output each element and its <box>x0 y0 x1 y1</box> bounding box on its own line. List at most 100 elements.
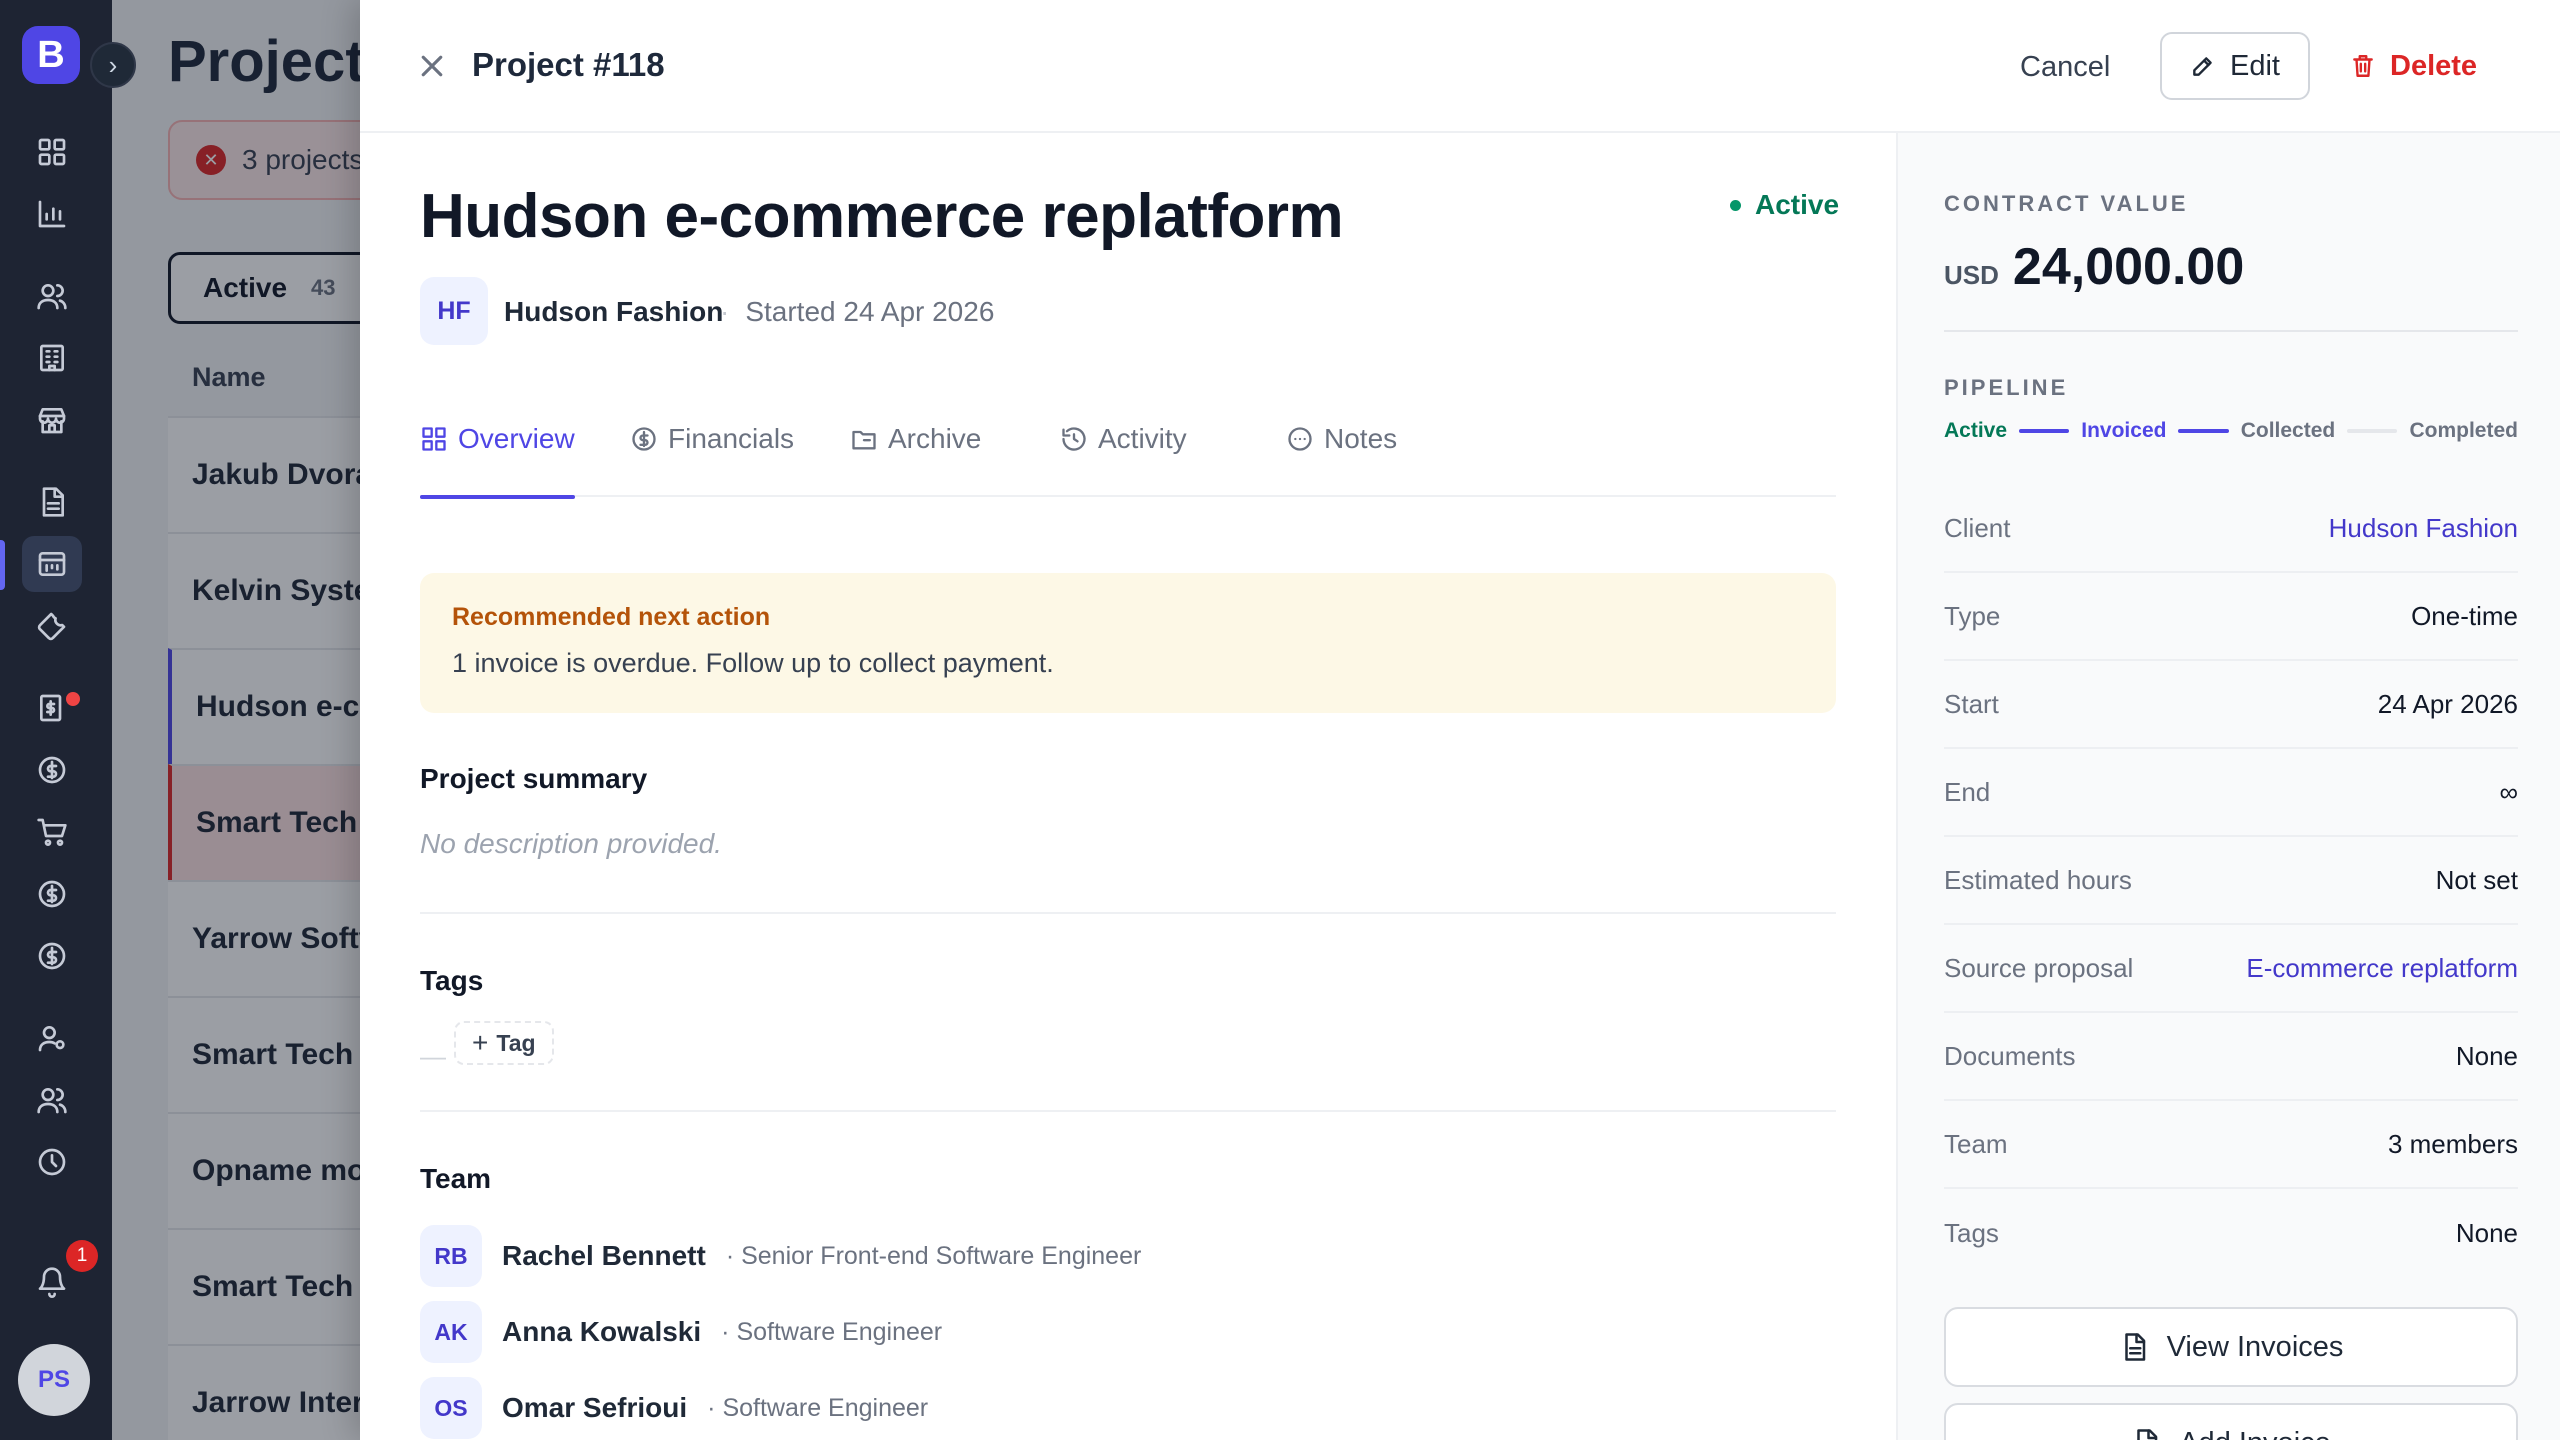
pipeline-step-invoiced: Invoiced <box>2081 419 2167 442</box>
member-name: Anna Kowalski <box>502 1316 702 1347</box>
tab-financials[interactable]: Financials <box>630 423 794 497</box>
detail-row-type: Type One-time <box>1944 573 2518 661</box>
tab-archive[interactable]: Archive <box>850 423 981 497</box>
building-icon[interactable] <box>22 330 82 386</box>
team-member[interactable]: AK Anna Kowalski · Software Engineer <box>420 1301 942 1363</box>
delete-button[interactable]: Delete <box>2350 32 2500 100</box>
invoice-icon[interactable] <box>22 680 82 736</box>
member-role: · Software Engineer <box>721 1317 943 1346</box>
team-icon[interactable] <box>22 1072 82 1128</box>
active-nav-indicator <box>0 540 5 590</box>
detail-value: 3 members <box>2387 1128 2518 1159</box>
pipeline-label: PIPELINE <box>1944 375 2069 400</box>
users-icon[interactable] <box>22 268 82 324</box>
tab-label: Overview <box>458 423 575 454</box>
client-link[interactable]: Hudson Fashion <box>2329 513 2518 544</box>
user-avatar[interactable]: PS <box>18 1344 90 1416</box>
add-tag-button[interactable]: + Tag <box>454 1021 554 1065</box>
close-button[interactable] <box>412 46 452 86</box>
edit-button-label: Edit <box>2230 49 2280 82</box>
detail-row-team: Team 3 members <box>1944 1101 2518 1189</box>
tab-activity[interactable]: Activity <box>1060 423 1187 497</box>
chat-bubble-icon <box>1288 427 1312 451</box>
tab-label: Activity <box>1098 423 1187 454</box>
project-details-panel: CONTRACT VALUE USD 24,000.00 PIPELINE Ac… <box>1896 133 2560 1440</box>
detail-value: ∞ <box>2499 776 2518 807</box>
clock-icon[interactable] <box>22 1134 82 1190</box>
edit-button[interactable]: Edit <box>2160 32 2310 100</box>
contract-amount: 24,000.00 <box>2012 238 2245 296</box>
view-invoices-button[interactable]: View Invoices <box>1944 1307 2518 1387</box>
detail-value: One-time <box>2411 600 2518 631</box>
tab-label: Notes <box>1324 423 1398 454</box>
drawer-header: Project #118 Cancel Edit Delete <box>360 0 2560 133</box>
detail-key: Source proposal <box>1944 952 2134 983</box>
detail-key: End <box>1944 776 1991 807</box>
pipeline-connector <box>2178 429 2229 433</box>
team-member[interactable]: OS Omar Sefrioui · Software Engineer <box>420 1377 928 1439</box>
document-icon <box>2124 1333 2145 1361</box>
started-text: Started 24 Apr 2026 <box>745 296 995 327</box>
contract-value: USD 24,000.00 <box>1944 237 2244 297</box>
pipeline-step-completed: Completed <box>2409 419 2518 442</box>
avatar: OS <box>420 1377 482 1439</box>
chevron-right-icon: › <box>108 49 118 80</box>
document-plus-icon <box>2137 1429 2158 1440</box>
dashboard-icon[interactable] <box>22 124 82 180</box>
app-logo[interactable]: B <box>22 26 80 84</box>
project-summary-text: No description provided. <box>420 828 722 859</box>
detail-row-source-proposal: Source proposal E-commerce replatform <box>1944 925 2518 1013</box>
member-name: Omar Sefrioui <box>502 1392 688 1423</box>
projects-icon[interactable] <box>22 536 82 592</box>
recommended-action-title: Recommended next action <box>452 603 771 631</box>
detail-row-tags: Tags None <box>1944 1189 2518 1277</box>
divider <box>420 1110 1836 1112</box>
project-name: Hudson e-commerce replatform <box>420 182 1344 251</box>
app-sidebar: B 1 PS <box>0 0 112 1440</box>
project-main-content: Hudson e-commerce replatform Active HF H… <box>360 133 1896 1440</box>
project-detail-drawer: Project #118 Cancel Edit Delete Hudson e… <box>360 0 2560 1440</box>
store-icon[interactable] <box>22 392 82 448</box>
detail-row-start: Start 24 Apr 2026 <box>1944 661 2518 749</box>
delete-button-label: Delete <box>2390 49 2478 82</box>
pipeline-step-collected: Collected <box>2240 419 2336 442</box>
pencil-icon <box>2193 57 2212 76</box>
sidebar-collapse-button[interactable]: › <box>90 42 136 88</box>
recommended-action-callout: Recommended next action 1 invoice is ove… <box>420 573 1836 713</box>
folder-icon <box>852 430 876 450</box>
team-member[interactable]: RB Rachel Bennett · Senior Front-end Sof… <box>420 1225 1141 1287</box>
detail-row-estimated-hours: Estimated hours Not set <box>1944 837 2518 925</box>
detail-key: Tags <box>1944 1217 1999 1248</box>
separator: · <box>720 296 730 327</box>
view-invoices-label: View Invoices <box>2166 1330 2344 1363</box>
tags-empty-indicator: — <box>420 1041 446 1071</box>
pipeline-connector <box>2019 429 2070 433</box>
wrench-icon[interactable] <box>22 598 82 654</box>
source-proposal-link[interactable]: E-commerce replatform <box>2246 953 2518 984</box>
tab-overview[interactable]: Overview <box>420 423 575 499</box>
chart-icon[interactable] <box>22 186 82 242</box>
client-name[interactable]: Hudson Fashion <box>504 296 723 328</box>
tab-notes[interactable]: Notes <box>1286 423 1397 497</box>
notification-count-badge: 1 <box>66 1240 98 1272</box>
detail-value: 24 Apr 2026 <box>2377 688 2518 719</box>
cancel-button[interactable]: Cancel <box>2000 34 2130 100</box>
document-icon[interactable] <box>22 474 82 530</box>
tab-label: Financials <box>668 423 795 454</box>
pipeline-connector <box>2347 429 2398 433</box>
detail-key: Estimated hours <box>1944 864 2132 895</box>
dollar-icon[interactable] <box>22 866 82 922</box>
team-heading: Team <box>420 1163 492 1194</box>
divider <box>1944 330 2518 332</box>
detail-key: Start <box>1944 688 1999 719</box>
dollar-icon[interactable] <box>22 742 82 798</box>
detail-key: Team <box>1944 1128 2008 1159</box>
detail-value: Not set <box>2435 864 2518 895</box>
divider <box>420 912 1836 914</box>
add-invoice-button[interactable]: Add Invoice <box>1944 1403 2518 1440</box>
detail-key: Type <box>1944 600 2001 631</box>
cart-icon[interactable] <box>22 804 82 860</box>
plus-icon: + <box>472 1027 489 1058</box>
dollar-icon[interactable] <box>22 928 82 984</box>
user-icon[interactable] <box>22 1010 82 1066</box>
